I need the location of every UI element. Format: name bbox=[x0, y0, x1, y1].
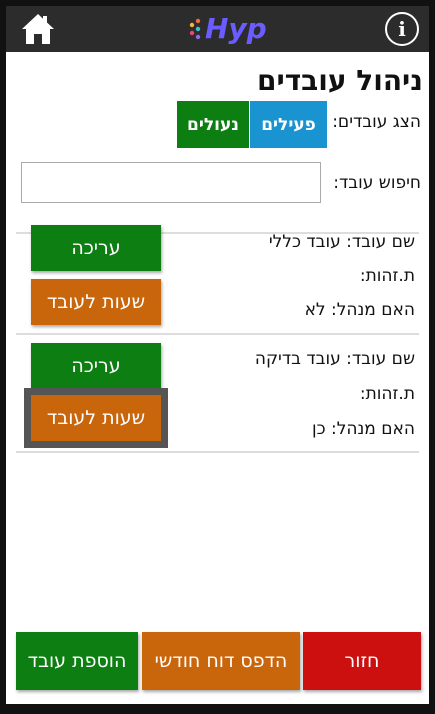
main-content: ניהול עובדים הצג עובדים: פעילים נעולים ח… bbox=[6, 52, 429, 704]
page-title: ניהול עובדים bbox=[256, 64, 423, 97]
employee-id: ת.זהות: bbox=[359, 384, 415, 404]
add-employee-button[interactable]: הוספת עובד bbox=[16, 632, 138, 690]
divider bbox=[16, 451, 419, 453]
logo-text: Hyp bbox=[205, 12, 267, 45]
edit-employee-button[interactable]: עריכה bbox=[31, 225, 161, 271]
employee-hours-button[interactable]: שעות לעובד bbox=[31, 279, 161, 325]
employee-hours-button[interactable]: שעות לעובד bbox=[24, 388, 168, 448]
divider bbox=[16, 333, 419, 335]
bottom-strip bbox=[6, 704, 429, 714]
employee-name: שם עובד: עובד כללי bbox=[268, 232, 415, 252]
employee-id: ת.זהות: bbox=[359, 266, 415, 286]
employee-manager: האם מנהל: כן bbox=[311, 419, 415, 439]
logo-dots-icon bbox=[189, 18, 201, 40]
app-frame: Hyp i ניהול עובדים הצג עובדים: פעילים נע… bbox=[0, 0, 435, 714]
back-button[interactable]: חזור bbox=[303, 632, 421, 690]
filter-locked-button[interactable]: נעולים bbox=[177, 101, 249, 148]
filter-label: הצג עובדים: bbox=[332, 112, 421, 132]
info-icon[interactable]: i bbox=[385, 12, 419, 46]
edit-employee-button[interactable]: עריכה bbox=[31, 343, 161, 389]
employee-name: שם עובד: עובד בדיקה bbox=[254, 349, 415, 369]
filter-active-button[interactable]: פעילים bbox=[250, 101, 327, 148]
hyp-logo: Hyp bbox=[188, 14, 267, 44]
home-icon[interactable] bbox=[20, 12, 56, 46]
employee-manager: האם מנהל: לא bbox=[304, 300, 415, 320]
search-label: חיפוש עובד: bbox=[333, 173, 421, 193]
search-input[interactable] bbox=[21, 162, 321, 203]
top-bar: Hyp i bbox=[6, 6, 429, 52]
print-monthly-report-button[interactable]: הדפס דוח חודשי bbox=[142, 632, 300, 690]
